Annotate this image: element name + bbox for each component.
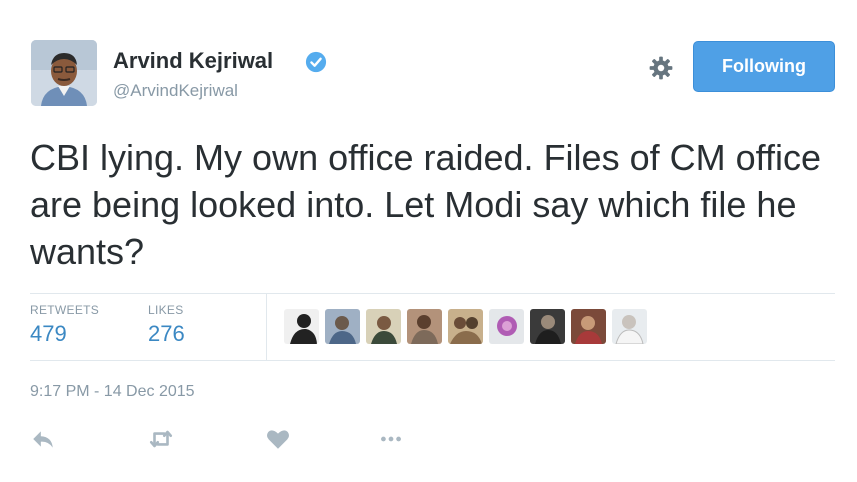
liker-avatar-image [489,309,524,344]
retweets-stat[interactable]: RETWEETS 479 [30,303,99,347]
tweet-text: CBI lying. My own office raided. Files o… [30,137,821,272]
liker-avatar-image [325,309,360,344]
profile-avatar[interactable] [31,40,97,106]
liker-avatar[interactable] [612,309,647,344]
liker-avatar-image [571,309,606,344]
user-handle[interactable]: @ArvindKejriwal [113,81,238,101]
reply-icon[interactable] [30,426,56,452]
liker-avatar[interactable] [530,309,565,344]
liker-avatar-image [284,309,319,344]
liker-avatar-image [530,309,565,344]
liker-avatar[interactable] [284,309,319,344]
liker-avatar[interactable] [407,309,442,344]
more-options-icon[interactable] [378,426,404,452]
display-name[interactable]: Arvind Kejriwal [113,48,273,74]
liker-avatar-image [448,309,483,344]
liker-avatar[interactable] [571,309,606,344]
liker-avatar[interactable] [489,309,524,344]
following-button[interactable]: Following [693,41,835,92]
stats-separator [266,294,267,360]
stats-bottom-divider [30,360,835,361]
retweet-icon[interactable] [148,426,174,452]
verified-badge-icon [305,51,327,73]
liker-avatar[interactable] [325,309,360,344]
likes-stat[interactable]: LIKES 276 [148,303,185,347]
gear-icon[interactable] [648,55,674,81]
liker-avatar-image [366,309,401,344]
avatar-image [31,40,97,106]
liker-avatars [284,309,647,344]
tweet-timestamp[interactable]: 9:17 PM - 14 Dec 2015 [30,383,195,401]
retweets-label: RETWEETS [30,303,100,317]
like-heart-icon[interactable] [265,426,291,452]
retweets-count[interactable]: 479 [30,321,99,347]
liker-avatar[interactable] [448,309,483,344]
liker-avatar-image [612,309,647,344]
liker-avatar-image [407,309,442,344]
likes-count[interactable]: 276 [148,321,185,347]
likes-label: LIKES [148,303,184,317]
liker-avatar[interactable] [366,309,401,344]
stats-top-divider [30,293,835,294]
